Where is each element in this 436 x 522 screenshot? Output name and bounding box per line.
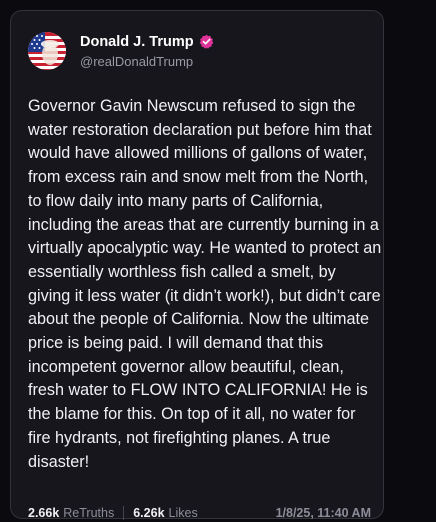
retruths-label: ReTruths [63,506,115,520]
post-timestamp[interactable]: 1/8/25, 11:40 AM [276,506,371,520]
author-names: Donald J. Trump @realDonaldTrump [80,33,214,70]
display-name-row: Donald J. Trump [80,33,214,51]
likes-label: Likes [168,506,198,520]
display-name[interactable]: Donald J. Trump [80,33,194,51]
post-footer: 2.66k ReTruths 6.26k Likes 1/8/25, 11:40… [28,504,371,522]
page-gutter [394,0,436,522]
avatar[interactable] [28,32,66,70]
verified-badge-icon [199,34,214,49]
likes-stat[interactable]: 6.26k Likes [133,506,197,520]
post-card: Donald J. Trump @realDonaldTrump Governo… [10,10,384,522]
post-header: Donald J. Trump @realDonaldTrump [28,31,214,71]
post-text: Governor Gavin Newscum refused to sign t… [28,97,382,471]
flag-portrait-icon [28,32,66,70]
likes-count: 6.26k [133,506,165,520]
author-handle[interactable]: @realDonaldTrump [80,53,214,70]
retruths-stat[interactable]: 2.66k ReTruths [28,506,114,520]
retruths-count: 2.66k [28,506,60,520]
stat-divider [123,506,125,520]
